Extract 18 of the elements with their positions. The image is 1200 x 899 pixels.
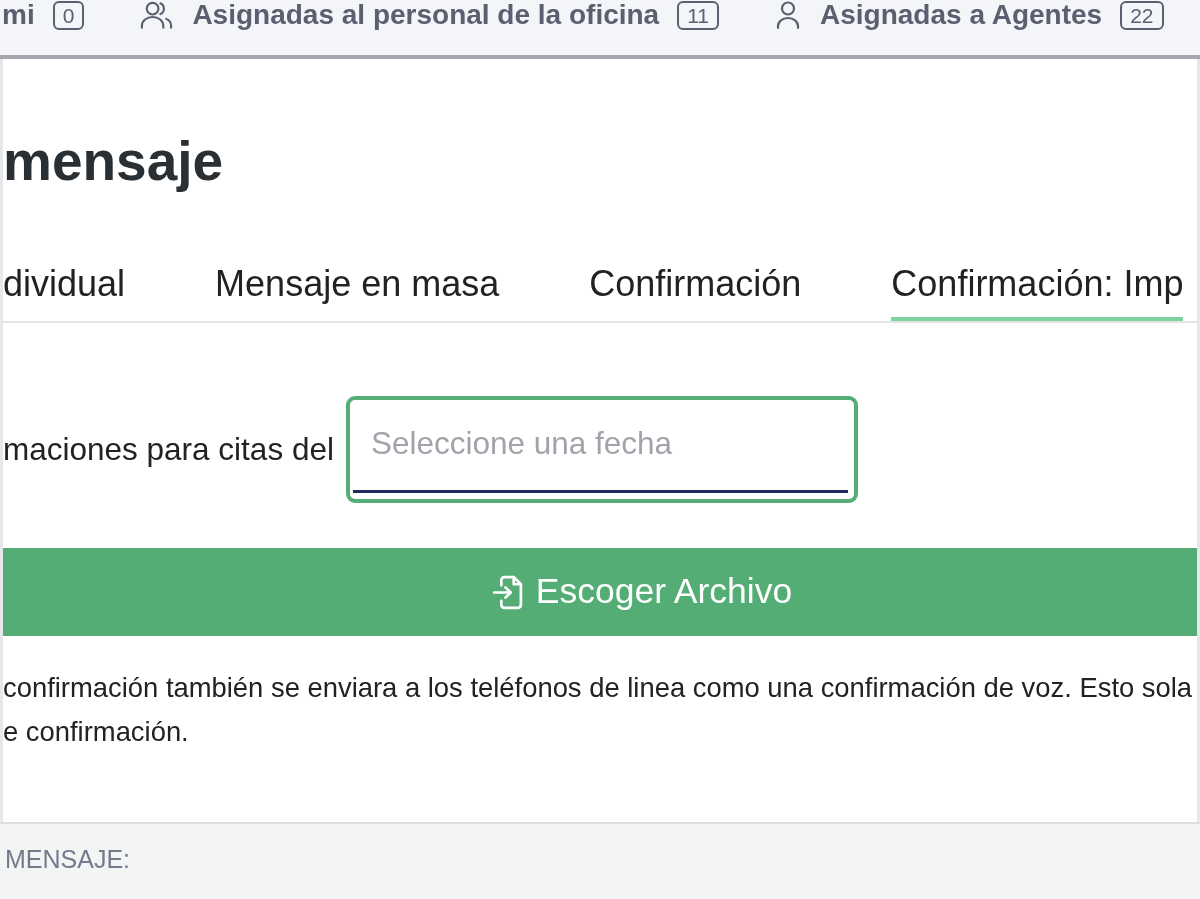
page-title: mensaje	[3, 129, 225, 194]
filter-tab[interactable]: Asignadas a Agentes 22	[774, 0, 1164, 30]
person-icon	[774, 0, 802, 30]
count-badge: 11	[677, 0, 719, 30]
tab[interactable]: Confirmación: Imp	[891, 262, 1184, 321]
date-field[interactable]: Seleccione una fecha	[345, 396, 858, 503]
filter-tab[interactable]: Asignadas al personal de la oficina 11	[139, 0, 719, 30]
count-badge: 22	[1120, 0, 1164, 30]
tab[interactable]: Confirmación	[589, 262, 802, 321]
date-label: maciones para citas del	[3, 429, 334, 469]
count-badge: 0	[52, 0, 85, 30]
group-icon	[139, 0, 175, 30]
tab[interactable]: dividual	[3, 262, 126, 321]
note-text: confirmación también se enviara a los teléfonos de linea como una confirmación de voz. Esto sola e confirmación.	[3, 671, 1194, 749]
message-label: MENSAJE:	[5, 845, 131, 873]
file-import-icon	[491, 574, 523, 610]
filter-tab[interactable]: mi 0	[2, 0, 85, 30]
tab[interactable]: Mensaje en masa	[215, 262, 500, 321]
